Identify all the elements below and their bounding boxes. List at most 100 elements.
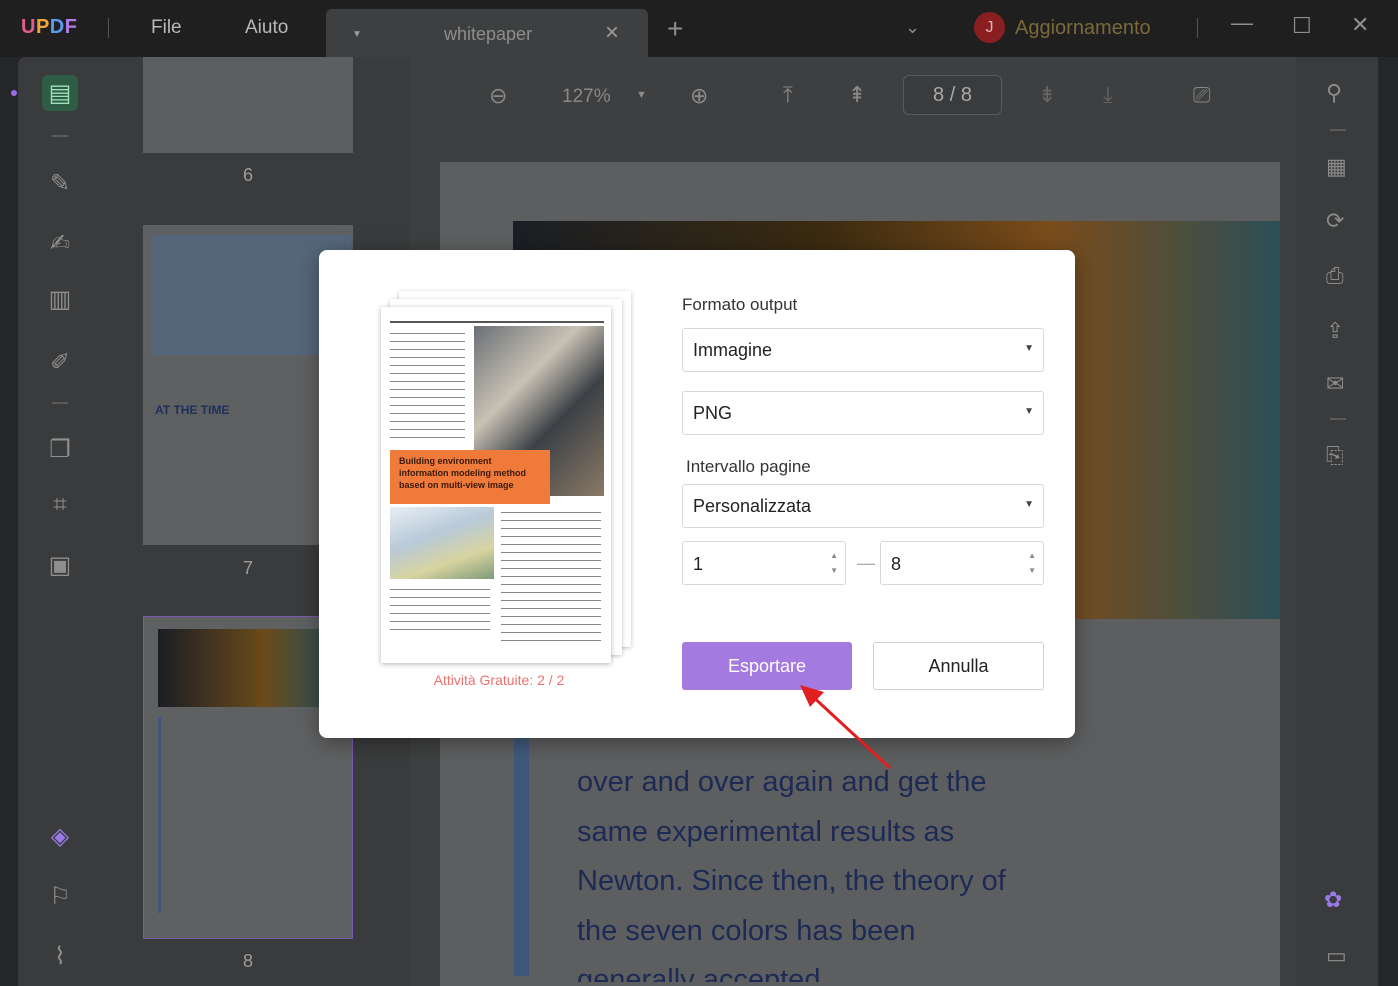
reader-icon[interactable]: ▤ bbox=[42, 75, 78, 111]
thumbnail-page-6[interactable] bbox=[143, 57, 353, 153]
new-tab-icon[interactable]: + bbox=[667, 15, 683, 43]
preview-text-line bbox=[390, 421, 465, 422]
thumbnail-heading: AT THE TIME bbox=[155, 403, 230, 417]
ai-assistant-icon[interactable]: ✿ bbox=[1324, 887, 1342, 913]
chevron-down-icon: ▼ bbox=[1024, 343, 1034, 354]
comments-icon[interactable]: ▭ bbox=[1326, 943, 1347, 969]
ocr-icon[interactable]: ▦ bbox=[1326, 154, 1347, 180]
document-line: generally accepted bbox=[577, 964, 821, 982]
tab-dropdown-icon[interactable]: ▼ bbox=[352, 29, 362, 40]
close-tab-icon[interactable]: × bbox=[605, 19, 619, 47]
app-logo[interactable]: UPDF bbox=[21, 16, 77, 39]
page-range-value: Personalizzata bbox=[693, 496, 812, 516]
indicator-dot bbox=[11, 90, 17, 96]
right-toolbar bbox=[1296, 57, 1378, 986]
avatar[interactable]: J bbox=[974, 12, 1005, 43]
close-window-icon[interactable]: ✕ bbox=[1351, 12, 1369, 38]
output-format-label: Formato output bbox=[682, 295, 798, 314]
last-page-icon[interactable]: ⤓ bbox=[1103, 82, 1113, 108]
preview-text-line bbox=[501, 552, 601, 553]
watermark-icon[interactable]: ▣ bbox=[42, 547, 78, 583]
divider bbox=[52, 402, 68, 404]
preview-text-line bbox=[390, 357, 465, 358]
divider bbox=[1197, 18, 1198, 38]
range-to-input[interactable]: 8 ▲ ▼ bbox=[880, 541, 1044, 585]
layers-icon[interactable]: ◈ bbox=[42, 818, 78, 854]
preview-text-line bbox=[501, 624, 601, 625]
form-icon[interactable]: ▥ bbox=[42, 281, 78, 317]
preview-text-line bbox=[390, 341, 465, 342]
chevron-down-icon: ▼ bbox=[1024, 406, 1034, 417]
decrement-icon[interactable]: ▼ bbox=[1028, 566, 1036, 575]
preview-text-line bbox=[501, 632, 601, 633]
preview-text-line bbox=[501, 520, 601, 521]
document-line: same experimental results as bbox=[577, 815, 955, 848]
range-from-input[interactable]: 1 ▲ ▼ bbox=[682, 541, 846, 585]
preview-text-line bbox=[390, 373, 465, 374]
save-icon[interactable]: ⎘ bbox=[1326, 443, 1344, 469]
zoom-in-icon[interactable]: ⊕ bbox=[690, 83, 708, 109]
share-icon[interactable]: ⇪ bbox=[1326, 318, 1344, 344]
image-type-value: PNG bbox=[693, 403, 733, 423]
preview-text-line bbox=[501, 616, 601, 617]
bookmark-icon[interactable]: ⚐ bbox=[42, 878, 78, 914]
preview-text-line bbox=[390, 613, 490, 614]
previous-page-icon[interactable]: ⇞ bbox=[848, 82, 866, 108]
thumbnail-bar bbox=[158, 717, 161, 913]
preview-banner: Building environment information modelin… bbox=[390, 450, 550, 504]
divider bbox=[108, 18, 109, 38]
highlighter-icon[interactable]: ✎ bbox=[42, 165, 78, 201]
preview-text-line bbox=[501, 544, 601, 545]
presentation-icon[interactable]: ⎚ bbox=[1193, 82, 1211, 108]
edit-pdf-icon[interactable]: ✍ bbox=[42, 225, 78, 261]
page-number: 6 bbox=[243, 165, 254, 185]
preview-text-line bbox=[501, 528, 601, 529]
free-tasks-counter: Attività Gratuite: 2 / 2 bbox=[433, 672, 565, 688]
increment-icon[interactable]: ▲ bbox=[1028, 551, 1036, 560]
preview-text-line bbox=[390, 349, 465, 350]
tabs-dropdown-icon[interactable]: ⌄ bbox=[905, 17, 920, 38]
minimize-icon[interactable]: — bbox=[1231, 10, 1253, 36]
maximize-icon[interactable]: ☐ bbox=[1292, 13, 1312, 39]
divider bbox=[1330, 418, 1346, 420]
attachment-icon[interactable]: ⌇ bbox=[42, 938, 78, 974]
preview-text-line bbox=[501, 568, 601, 569]
crop-icon[interactable]: ⌗ bbox=[42, 487, 78, 523]
page-indicator[interactable]: 8 / 8 bbox=[903, 75, 1002, 115]
organize-pages-icon[interactable]: ❐ bbox=[42, 431, 78, 467]
convert-icon[interactable]: ⟳ bbox=[1326, 208, 1344, 234]
search-icon[interactable]: ⚲ bbox=[1326, 80, 1342, 106]
increment-icon[interactable]: ▲ bbox=[830, 551, 838, 560]
document-tab[interactable]: ▼ whitepaper × bbox=[326, 9, 648, 57]
preview-text-line bbox=[390, 397, 465, 398]
preview-text-line bbox=[501, 512, 601, 513]
page-range-label: Intervallo pagine bbox=[686, 457, 811, 476]
sign-icon[interactable]: ✐ bbox=[42, 344, 78, 380]
zoom-out-icon[interactable]: ⊖ bbox=[489, 83, 507, 109]
upgrade-button[interactable]: Aggiornamento bbox=[1015, 17, 1151, 40]
preview-text-line bbox=[501, 592, 601, 593]
next-page-icon[interactable]: ⇟ bbox=[1038, 82, 1056, 108]
first-page-icon[interactable]: ⤒ bbox=[783, 82, 793, 108]
email-icon[interactable]: ✉ bbox=[1326, 371, 1344, 397]
preview-photo-small bbox=[390, 507, 494, 579]
preview-text-line bbox=[390, 605, 490, 606]
preview-text-line bbox=[501, 536, 601, 537]
preview-text-line bbox=[390, 621, 490, 622]
page-number: 8 bbox=[243, 951, 254, 971]
zoom-level[interactable]: 127% bbox=[562, 86, 611, 108]
decrement-icon[interactable]: ▼ bbox=[830, 566, 838, 575]
output-format-select[interactable]: Immagine ▼ bbox=[682, 328, 1044, 372]
menu-file[interactable]: File bbox=[151, 17, 182, 39]
title-bar: UPDF File Aiuto ▼ whitepaper × + ⌄ J Agg… bbox=[0, 0, 1398, 57]
document-line: the seven colors has been bbox=[577, 914, 916, 947]
page-range-select[interactable]: Personalizzata ▼ bbox=[682, 484, 1044, 528]
menu-help[interactable]: Aiuto bbox=[245, 17, 288, 39]
protect-icon[interactable]: ⎙ bbox=[1326, 263, 1344, 289]
preview-text-line bbox=[501, 560, 601, 561]
zoom-dropdown-icon[interactable]: ▼ bbox=[636, 89, 647, 101]
image-type-select[interactable]: PNG ▼ bbox=[682, 391, 1044, 435]
annotation-arrow bbox=[800, 685, 892, 770]
preview-text-line bbox=[390, 381, 465, 382]
preview-text-line bbox=[501, 584, 601, 585]
